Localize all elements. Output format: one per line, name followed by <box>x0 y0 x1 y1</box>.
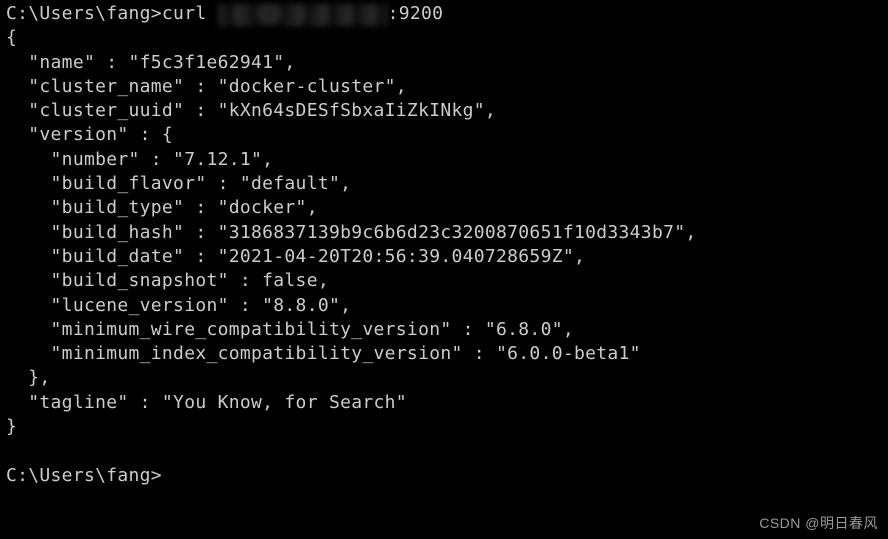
terminal-output[interactable]: C:\Users\fang>curl :9200 { "name" : "f5c… <box>6 2 888 488</box>
json-min-wire: "minimum_wire_compatibility_version" : "… <box>6 318 888 342</box>
command-port: :9200 <box>388 3 444 24</box>
json-name: "name" : "f5c3f1e62941", <box>6 51 888 75</box>
json-version-close: }, <box>6 366 888 390</box>
watermark-text: CSDN @明日春风 <box>759 514 878 533</box>
prompt-path-2: C:\Users\fang> <box>6 465 162 486</box>
json-min-index: "minimum_index_compatibility_version" : … <box>6 342 888 366</box>
json-build-hash: "build_hash" : "3186837139b9c6b6d23c3200… <box>6 221 888 245</box>
json-build-flavor: "build_flavor" : "default", <box>6 172 888 196</box>
json-cluster-uuid: "cluster_uuid" : "kXn64sDESfSbxaIiZkINkg… <box>6 99 888 123</box>
json-version-open: "version" : { <box>6 123 888 147</box>
command-line: C:\Users\fang>curl :9200 <box>6 2 888 26</box>
json-lucene-version: "lucene_version" : "8.8.0", <box>6 294 888 318</box>
json-cluster-name: "cluster_name" : "docker-cluster", <box>6 75 888 99</box>
blank-line <box>6 439 888 463</box>
json-build-type: "build_type" : "docker", <box>6 196 888 220</box>
json-build-snapshot: "build_snapshot" : false, <box>6 269 888 293</box>
prompt-path: C:\Users\fang> <box>6 3 162 24</box>
json-close-brace: } <box>6 415 888 439</box>
json-open-brace: { <box>6 26 888 50</box>
json-tagline: "tagline" : "You Know, for Search" <box>6 391 888 415</box>
command-curl: curl <box>162 3 218 24</box>
json-build-date: "build_date" : "2021-04-20T20:56:39.0407… <box>6 245 888 269</box>
redacted-host <box>218 6 388 24</box>
json-number: "number" : "7.12.1", <box>6 148 888 172</box>
prompt-line-2: C:\Users\fang> <box>6 464 888 488</box>
